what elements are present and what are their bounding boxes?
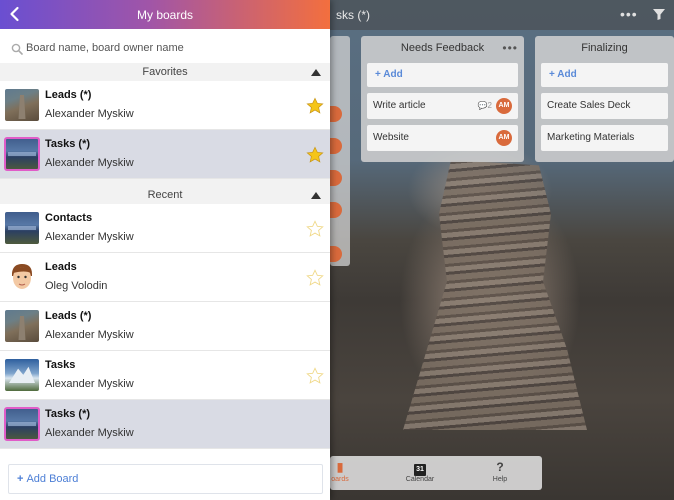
card[interactable]: Create Sales Deck: [541, 93, 668, 119]
board-owner: Alexander Myskiw: [45, 378, 134, 390]
star-outline-icon[interactable]: [306, 269, 324, 287]
board-thumbnail: [5, 359, 39, 391]
add-card-button[interactable]: + Add: [367, 63, 518, 87]
recent-section-header[interactable]: Recent: [0, 186, 330, 204]
card[interactable]: Write article 💬2 AM: [367, 93, 518, 119]
card-title: Marketing Materials: [547, 132, 635, 143]
filter-icon[interactable]: [652, 7, 666, 21]
drawer-header: My boards: [0, 0, 330, 29]
board-row[interactable]: Contacts Alexander Myskiw: [0, 204, 330, 253]
board-row[interactable]: Leads (*) Alexander Myskiw: [0, 302, 330, 351]
tab-help[interactable]: ? Help: [486, 460, 514, 483]
card[interactable]: Website AM: [367, 125, 518, 151]
board-thumbnail: [5, 212, 39, 244]
comment-count: 💬2: [477, 101, 492, 110]
search-bar: [0, 29, 330, 67]
collapse-caret-icon[interactable]: [311, 192, 321, 199]
favorites-section-header[interactable]: Favorites: [0, 63, 330, 81]
drawer-title: My boards: [136, 8, 194, 22]
plus-icon: +: [17, 473, 24, 485]
board-title: Leads (*): [45, 310, 92, 322]
user-avatar: [5, 261, 39, 293]
help-icon: ?: [496, 460, 504, 474]
board-column: Needs Feedback ••• + Add Write article 💬…: [361, 36, 524, 162]
board-owner: Oleg Volodin: [45, 280, 108, 292]
board-owner: Alexander Myskiw: [45, 108, 134, 120]
star-outline-icon[interactable]: [306, 367, 324, 385]
board-row[interactable]: Tasks (*) Alexander Myskiw: [0, 130, 330, 179]
search-icon: [11, 43, 23, 55]
add-board-button[interactable]: + Add Board: [8, 464, 323, 494]
board-column: Finalizing + Add Create Sales Deck Marke…: [535, 36, 674, 162]
board-owner: Alexander Myskiw: [45, 231, 134, 243]
bottom-tab-bar: ▮ oards 31 Calendar ? Help: [330, 456, 542, 490]
board-title: Tasks (*): [45, 408, 91, 420]
board-row[interactable]: Tasks Alexander Myskiw: [0, 351, 330, 400]
boards-drawer: My boards Favorites Leads (*) Alexander …: [0, 0, 330, 500]
star-filled-icon[interactable]: [306, 146, 324, 164]
board-thumbnail: [5, 310, 39, 342]
collapse-caret-icon[interactable]: [311, 69, 321, 76]
board-owner: Alexander Myskiw: [45, 427, 134, 439]
board-thumbnail: [4, 137, 40, 171]
boards-icon: ▮: [336, 460, 344, 474]
board-row[interactable]: Tasks (*) Alexander Myskiw: [0, 400, 330, 449]
card[interactable]: Marketing Materials: [541, 125, 668, 151]
star-outline-icon[interactable]: [306, 220, 324, 238]
background-photo: [403, 160, 587, 430]
add-card-button[interactable]: + Add: [541, 63, 668, 87]
tab-boards[interactable]: ▮ oards: [330, 460, 350, 483]
tab-calendar[interactable]: 31 Calendar: [402, 460, 438, 483]
board-title: Leads (*): [45, 89, 92, 101]
board-title: Tasks: [45, 359, 76, 371]
avatar: AM: [496, 130, 512, 146]
card-title: Create Sales Deck: [547, 100, 631, 111]
calendar-icon: 31: [414, 464, 426, 476]
board-row[interactable]: Leads (*) Alexander Myskiw: [0, 81, 330, 130]
column-title: Finalizing: [581, 42, 628, 54]
board-title: Leads: [45, 261, 77, 273]
board-title: sks (*): [336, 8, 370, 22]
board-owner: Alexander Myskiw: [45, 157, 134, 169]
avatar: AM: [496, 98, 512, 114]
card-title: Website: [373, 132, 409, 143]
board-title: Contacts: [45, 212, 93, 224]
column-menu-button[interactable]: •••: [502, 36, 518, 60]
card-title: Write article: [373, 100, 426, 111]
board-title: Tasks (*): [45, 138, 91, 150]
board-thumbnail: [4, 407, 40, 441]
star-filled-icon[interactable]: [306, 97, 324, 115]
board-owner: Alexander Myskiw: [45, 329, 134, 341]
search-input[interactable]: [26, 38, 316, 58]
board-thumbnail: [5, 89, 39, 121]
board-menu-button[interactable]: •••: [620, 6, 638, 22]
board-row[interactable]: Leads Oleg Volodin: [0, 253, 330, 302]
column-title: Needs Feedback: [400, 42, 485, 54]
